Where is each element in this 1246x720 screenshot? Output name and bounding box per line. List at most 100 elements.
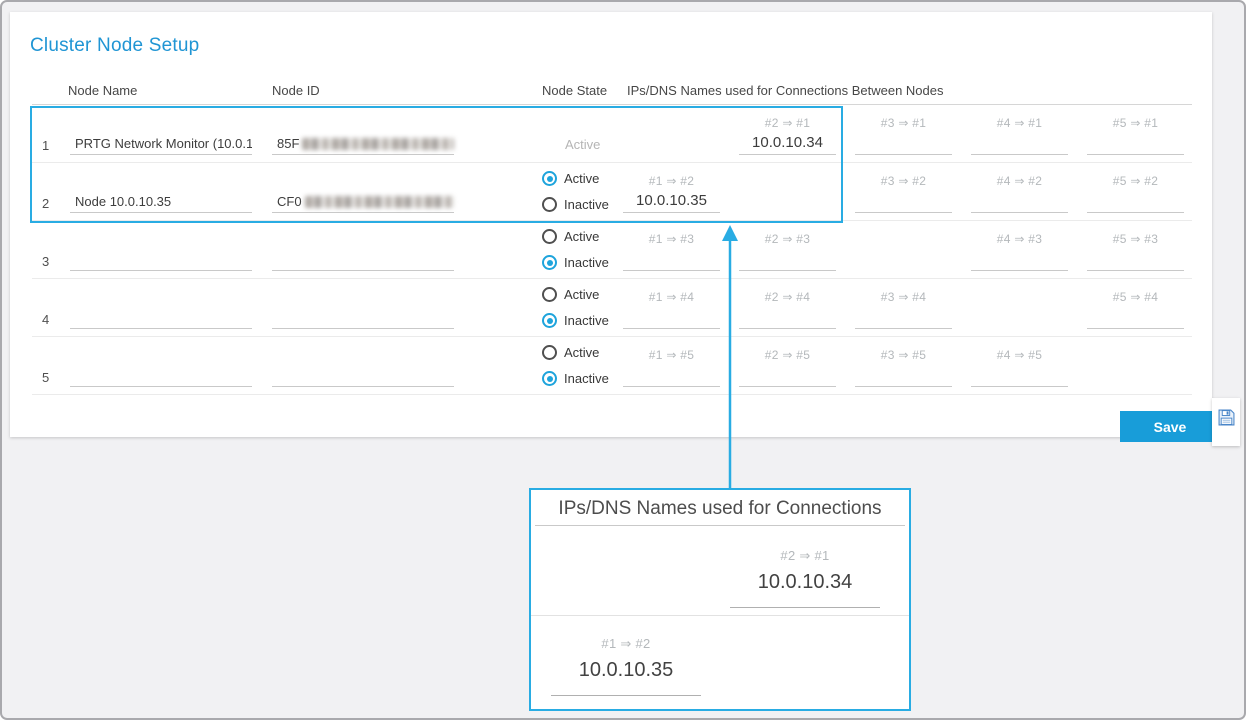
node-name-input[interactable] [70, 192, 252, 213]
connection-ip-input[interactable] [855, 190, 952, 213]
connection-ip-input[interactable] [739, 248, 836, 271]
radio-option-active[interactable]: Active [542, 340, 623, 366]
connection-ip-input[interactable] [971, 190, 1068, 213]
connection-cell: #5 ⇒ #1 [1087, 105, 1184, 162]
connection-cell: #5 ⇒ #4 [1087, 279, 1184, 336]
connection-direction-label: #4 ⇒ #1 [971, 105, 1068, 130]
node-state-cell: Active Inactive [542, 221, 623, 278]
connection-ip-input[interactable] [623, 364, 720, 387]
node-id-cell [272, 365, 454, 394]
node-id-redacted-blur [305, 196, 454, 208]
radio-option-inactive[interactable]: Inactive [542, 366, 623, 392]
node-state-radio-group: Active Inactive [542, 340, 623, 392]
node-name-input[interactable] [70, 308, 252, 329]
connection-cell: #1 ⇒ #5 [623, 337, 720, 394]
connection-ip-input[interactable] [971, 364, 1068, 387]
node-state-radio-group: Active Inactive [542, 224, 623, 276]
radio-option-active[interactable]: Active [542, 224, 623, 250]
connection-ip-input[interactable] [855, 306, 952, 329]
radio-option-inactive[interactable]: Inactive [542, 192, 623, 218]
radio-label: Inactive [564, 255, 609, 270]
node-id-cell: 85F [272, 133, 454, 162]
connection-ip-value: 10.0.10.35 [551, 659, 701, 696]
radio-option-active[interactable]: Active [542, 166, 623, 192]
connection-ip-input[interactable] [739, 132, 836, 155]
row-number: 1 [32, 138, 70, 162]
connection-direction-label: #3 ⇒ #4 [855, 279, 952, 304]
node-state-cell: Active Inactive [542, 163, 623, 220]
node-name-input[interactable] [70, 250, 252, 271]
row-number: 3 [32, 254, 70, 278]
connection-cell: #1 ⇒ #3 [623, 221, 720, 278]
radio-option-active[interactable]: Active [542, 282, 623, 308]
connection-direction-label: #2 ⇒ #5 [739, 337, 836, 362]
connection-cell [739, 163, 836, 220]
connection-ip-input[interactable] [855, 364, 952, 387]
node-name-cell [70, 308, 252, 336]
connection-ip-input[interactable] [1087, 248, 1184, 271]
connection-direction-label: #4 ⇒ #3 [971, 221, 1068, 246]
radio-icon [542, 229, 557, 244]
connection-ip-input[interactable] [623, 248, 720, 271]
connection-cell: #4 ⇒ #2 [971, 163, 1068, 220]
connection-cell [971, 279, 1068, 336]
connection-direction-label: #1 ⇒ #4 [623, 279, 720, 304]
callout-title: IPs/DNS Names used for Connections [535, 490, 905, 526]
connection-ip-input[interactable] [855, 132, 952, 155]
node-name-cell [70, 192, 252, 220]
node-id-redacted-blur [302, 138, 454, 150]
node-id-input[interactable] [272, 365, 454, 387]
connection-direction-label: #1 ⇒ #5 [623, 337, 720, 362]
radio-option-inactive[interactable]: Inactive [542, 250, 623, 276]
col-header-node-name: Node Name [68, 83, 252, 104]
connection-ip-input[interactable] [623, 306, 720, 329]
connection-ip-input[interactable] [971, 132, 1068, 155]
row-number: 4 [32, 312, 70, 336]
node-id-input[interactable]: CF0 [272, 191, 454, 213]
radio-icon [542, 255, 557, 270]
connection-cell: #5 ⇒ #3 [1087, 221, 1184, 278]
node-id-prefix: 85F [277, 136, 299, 151]
connection-ip-input[interactable] [1087, 132, 1184, 155]
table-rows: 1 85F Active #2 ⇒ #1#3 ⇒ #1#4 ⇒ #1#5 ⇒ #… [32, 105, 1192, 395]
connection-cell: #2 ⇒ #1 [739, 105, 836, 162]
radio-icon [542, 287, 557, 302]
save-shortcut-panel[interactable] [1212, 398, 1240, 446]
connection-ip-input[interactable] [623, 190, 720, 213]
save-button[interactable]: Save [1120, 411, 1220, 442]
radio-option-inactive[interactable]: Inactive [542, 308, 623, 334]
connection-cell: #4 ⇒ #5 [971, 337, 1068, 394]
node-state-cell: Active [542, 105, 623, 162]
node-id-input[interactable] [272, 307, 454, 329]
radio-icon [542, 345, 557, 360]
cluster-setup-card: Cluster Node Setup Node Name Node ID Nod… [10, 12, 1212, 437]
node-state-cell: Active Inactive [542, 279, 623, 336]
connection-ip-input[interactable] [1087, 306, 1184, 329]
node-id-input[interactable]: 85F [272, 133, 454, 155]
node-id-cell: CF0 [272, 191, 454, 220]
node-name-input[interactable] [70, 134, 252, 155]
connection-direction-label: #4 ⇒ #5 [971, 337, 1068, 362]
table-row: 4 Active Inactive #1 ⇒ #4#2 ⇒ [32, 279, 1192, 337]
node-name-input[interactable] [70, 366, 252, 387]
connection-ip-input[interactable] [1087, 190, 1184, 213]
radio-label: Inactive [564, 313, 609, 328]
node-state-text: Active [542, 137, 623, 152]
node-id-input[interactable] [272, 249, 454, 271]
node-state-cell: Active Inactive [542, 337, 623, 394]
connection-cell: #4 ⇒ #3 [971, 221, 1068, 278]
connection-ip-input[interactable] [739, 364, 836, 387]
connection-cell [855, 221, 952, 278]
connection-cell: #3 ⇒ #5 [855, 337, 952, 394]
table-row: 2 CF0 Active Inactive #1 ⇒ #2#3 [32, 163, 1192, 221]
cluster-node-table: Node Name Node ID Node State IPs/DNS Nam… [32, 82, 1192, 395]
connection-cell: #1 ⇒ #4 [623, 279, 720, 336]
callout-section-1: #2 ⇒ #1 10.0.10.34 [531, 526, 909, 616]
table-row: 3 Active Inactive #1 ⇒ #3#2 ⇒ [32, 221, 1192, 279]
connection-direction-label: #1 ⇒ #2 [551, 636, 701, 652]
connection-cell: #2 ⇒ #4 [739, 279, 836, 336]
callout-box: IPs/DNS Names used for Connections #2 ⇒ … [529, 488, 911, 711]
radio-label: Active [564, 345, 599, 360]
connection-ip-input[interactable] [971, 248, 1068, 271]
connection-ip-input[interactable] [739, 306, 836, 329]
